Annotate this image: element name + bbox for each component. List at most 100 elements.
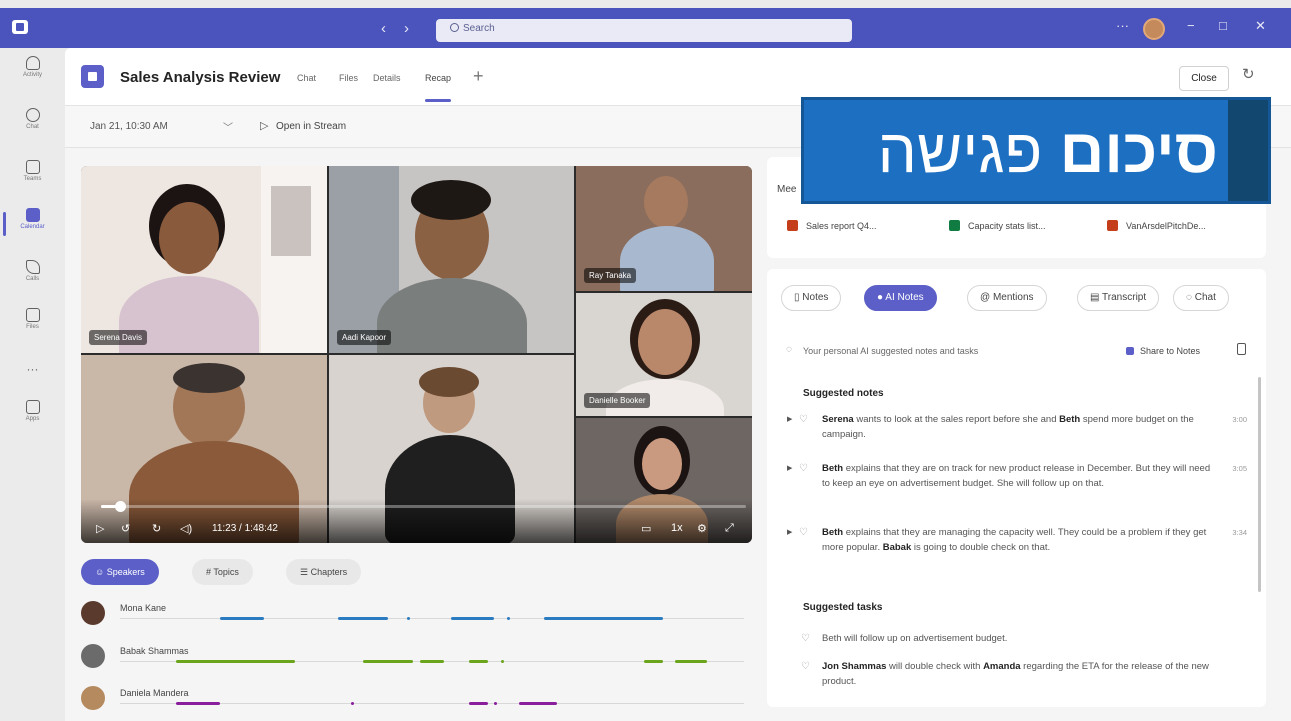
tab-notes[interactable]: ▯ Notes — [781, 285, 842, 311]
expand-arrow-icon[interactable]: ▶ — [787, 461, 792, 476]
chevron-right-icon[interactable]: › — [404, 20, 409, 37]
speaker-row[interactable]: Mona Kane — [81, 601, 746, 629]
banner-regular-word: פגישה — [877, 117, 1043, 186]
search-icon — [450, 23, 459, 32]
speaking-segment[interactable] — [176, 660, 295, 663]
settings-icon[interactable]: ⚙ — [697, 522, 707, 535]
tab-label: Transcript — [1102, 292, 1147, 303]
speaking-segment[interactable] — [407, 617, 411, 620]
add-tab-button[interactable]: + — [473, 66, 484, 87]
rail-item-more[interactable]: ··· — [0, 362, 65, 404]
note-timestamp[interactable]: 3:05 — [1232, 461, 1247, 476]
rail-item-calls[interactable]: Calls — [0, 260, 65, 302]
user-avatar[interactable] — [1143, 18, 1165, 40]
tab-chapters[interactable]: ☰ Chapters — [286, 559, 362, 585]
task-text: Jon Shammas will double check with Amand… — [822, 661, 1209, 687]
rail-label: Calls — [25, 276, 40, 282]
rail-label: Files — [26, 324, 39, 330]
teams-icon — [25, 160, 40, 174]
speaking-segment[interactable] — [494, 702, 498, 705]
chat-icon: ◌ — [1186, 292, 1195, 303]
recording-date[interactable]: Jan 21, 10:30 AM — [90, 121, 168, 132]
search-input[interactable]: Search — [436, 19, 852, 42]
files-heading: Mee — [777, 184, 797, 195]
share-to-notes-button[interactable]: Share to Notes — [1126, 346, 1200, 356]
chevron-down-icon[interactable]: ﹀ — [223, 119, 233, 134]
open-in-stream-link[interactable]: Open in Stream — [276, 121, 346, 132]
tab-details[interactable]: Details — [373, 73, 401, 83]
speaking-segment[interactable] — [644, 660, 663, 663]
participant-name: Aadi Kapoor — [337, 330, 392, 345]
file-chip[interactable]: VanArsdelPitchDe... — [1107, 214, 1206, 238]
speaking-segment[interactable] — [500, 660, 504, 663]
tab-topics[interactable]: # Topics — [192, 559, 253, 585]
tab-speakers[interactable]: ☺ Speakers — [81, 559, 159, 585]
speaker-row[interactable]: Daniela Mandera — [81, 686, 746, 714]
rail-item-teams[interactable]: Teams — [0, 160, 65, 202]
rail-item-files[interactable]: Files — [0, 308, 65, 350]
expand-arrow-icon[interactable]: ▶ — [787, 412, 792, 427]
speaking-segment[interactable] — [506, 617, 510, 620]
minimize-button[interactable]: − — [1187, 18, 1195, 33]
participant-name: Serena Davis — [89, 330, 148, 345]
speaking-segment[interactable] — [338, 617, 389, 620]
rail-item-apps[interactable]: Apps — [0, 400, 65, 442]
video-scrub-handle[interactable] — [115, 501, 127, 512]
tab-ai-notes[interactable]: ● AI Notes — [864, 285, 937, 311]
maximize-button[interactable]: □ — [1219, 18, 1227, 33]
speaking-segment[interactable] — [450, 617, 495, 620]
rail-item-activity[interactable]: Activity — [0, 56, 65, 98]
close-window-button[interactable]: ✕ — [1255, 18, 1266, 34]
more-options-button[interactable]: ··· — [1116, 18, 1129, 33]
scrollbar[interactable] — [1258, 377, 1261, 592]
file-chip[interactable]: Sales report Q4... — [787, 214, 877, 238]
speaking-segment[interactable] — [469, 660, 489, 663]
meeting-icon — [81, 65, 104, 88]
tab-chat[interactable]: Chat — [297, 73, 316, 83]
note-text: Beth explains that they are on track for… — [822, 463, 1211, 489]
powerpoint-icon — [787, 220, 798, 231]
speaking-segment[interactable] — [419, 660, 445, 663]
speaker-row[interactable]: Babak Shammas — [81, 644, 746, 672]
forward-icon[interactable]: ↻ — [152, 522, 161, 535]
tab-files[interactable]: Files — [339, 73, 358, 83]
volume-icon[interactable]: ◁) — [180, 522, 192, 535]
suggested-tasks-title: Suggested tasks — [803, 602, 883, 613]
note-timestamp[interactable]: 3:34 — [1232, 525, 1247, 540]
speaking-segment[interactable] — [675, 660, 707, 663]
note-timestamp[interactable]: 3:00 — [1232, 412, 1247, 427]
captions-icon[interactable]: ▭ — [641, 522, 651, 535]
participant-name: Ray Tanaka — [584, 268, 637, 283]
lightbulb-icon: ◌ — [786, 344, 792, 355]
rail-item-chat[interactable]: Chat — [0, 108, 65, 150]
playback-speed-button[interactable]: 1x — [671, 522, 683, 534]
recording-video-player[interactable]: Serena Davis Aadi Kapoor Ray Tanaka Dani… — [81, 166, 752, 543]
at-icon: @ — [980, 292, 993, 303]
rewind-icon[interactable]: ↺ — [121, 522, 130, 535]
suggested-notes-title: Suggested notes — [803, 388, 884, 399]
tab-chat[interactable]: ◌ Chat — [1173, 285, 1229, 311]
tab-mentions[interactable]: @ Mentions — [967, 285, 1047, 311]
speaking-segment[interactable] — [469, 702, 489, 705]
tab-recap[interactable]: Recap — [425, 73, 452, 102]
fullscreen-icon[interactable]: ⤢ — [725, 522, 734, 535]
speaking-segment[interactable] — [176, 702, 220, 705]
video-progress-bar[interactable] — [101, 501, 746, 512]
rail-item-calendar[interactable]: Calendar — [0, 208, 65, 250]
tab-transcript[interactable]: ▤ Transcript — [1077, 285, 1160, 311]
play-icon[interactable]: ▷ — [96, 522, 104, 535]
expand-arrow-icon[interactable]: ▶ — [787, 525, 792, 540]
share-label: Share to Notes — [1140, 346, 1201, 356]
speaking-segment[interactable] — [219, 617, 264, 620]
copy-icon[interactable] — [1237, 343, 1246, 355]
speaking-segment[interactable] — [519, 702, 557, 705]
speaking-segment[interactable] — [363, 660, 414, 663]
file-chip[interactable]: Capacity stats list... — [949, 214, 1046, 238]
refresh-icon[interactable]: ↻ — [1242, 65, 1255, 83]
close-button[interactable]: Close — [1179, 66, 1229, 91]
speaking-segment[interactable] — [544, 617, 663, 620]
avatar — [81, 601, 105, 625]
speaking-segment[interactable] — [350, 702, 354, 705]
tab-label: Mentions — [992, 292, 1034, 303]
chevron-left-icon[interactable]: ‹ — [381, 20, 386, 37]
